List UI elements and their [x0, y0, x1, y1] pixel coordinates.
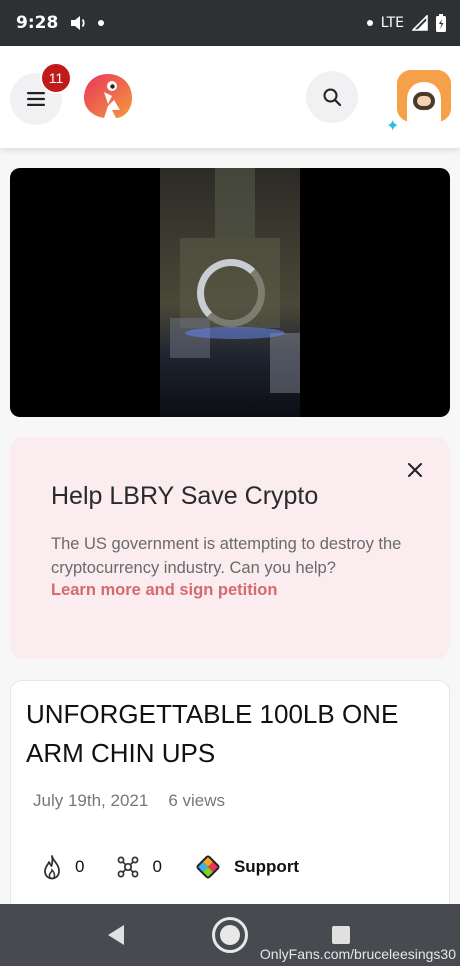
slime-icon — [118, 856, 139, 878]
app-header: 11 ✦ — [0, 46, 460, 148]
petition-link[interactable]: Learn more and sign petition — [51, 581, 277, 600]
user-avatar[interactable] — [397, 70, 451, 122]
banner-body: The US government is attempting to destr… — [51, 535, 402, 577]
video-meta: July 19th, 2021 6 views — [33, 791, 225, 811]
recent-apps-icon[interactable] — [332, 926, 350, 944]
video-title: UNFORGETTABLE 100LB ONE ARM CHIN UPS — [26, 699, 399, 768]
home-icon — [220, 925, 240, 945]
support-label: Support — [233, 857, 300, 876]
publish-date: July 19th, 2021 — [33, 791, 149, 810]
menu-icon — [27, 92, 45, 106]
notification-badge[interactable]: 11 — [40, 62, 72, 94]
notification-dot-icon — [98, 20, 105, 26]
battery-icon — [436, 14, 446, 32]
petition-banner: Help LBRY Save Crypto The US government … — [10, 437, 450, 659]
home-button[interactable] — [212, 917, 248, 953]
status-left-icons — [70, 15, 105, 31]
lbry-logo[interactable] — [82, 70, 134, 122]
system-nav-bar: OnlyFans.com/bruceleesings30 — [0, 904, 460, 966]
content-card: UNFORGETTABLE 100LB ONE ARM CHIN UPS Jul… — [10, 680, 450, 920]
loading-spinner-icon — [197, 259, 265, 327]
network-type: LTE — [380, 15, 404, 31]
avatar-icon — [397, 70, 451, 122]
close-icon[interactable] — [408, 463, 422, 477]
signal-icon — [412, 15, 428, 31]
support-button[interactable]: Support — [194, 853, 299, 881]
back-icon[interactable] — [106, 924, 126, 946]
fire-button[interactable]: 0 — [41, 854, 84, 880]
banner-title: Help LBRY Save Crypto — [51, 482, 319, 510]
search-icon — [323, 88, 342, 107]
video-player[interactable] — [10, 168, 450, 417]
fire-icon — [44, 855, 60, 880]
slime-button[interactable]: 0 — [116, 855, 162, 879]
sparkle-icon: ✦ — [386, 118, 400, 135]
watermark: OnlyFans.com/bruceleesings30 — [259, 946, 456, 962]
status-bar: 9:28 LTE — [0, 0, 460, 46]
reaction-bar: 0 0 Support — [41, 853, 299, 881]
search-button[interactable] — [306, 71, 358, 123]
view-count: 6 views — [168, 791, 225, 810]
lbc-support-icon — [196, 855, 220, 879]
slime-count: 0 — [152, 857, 162, 876]
fire-count: 0 — [75, 857, 85, 876]
volume-icon — [71, 16, 85, 30]
status-right: LTE — [366, 14, 446, 32]
status-dot-icon — [366, 20, 373, 26]
status-time: 9:28 — [16, 13, 59, 33]
